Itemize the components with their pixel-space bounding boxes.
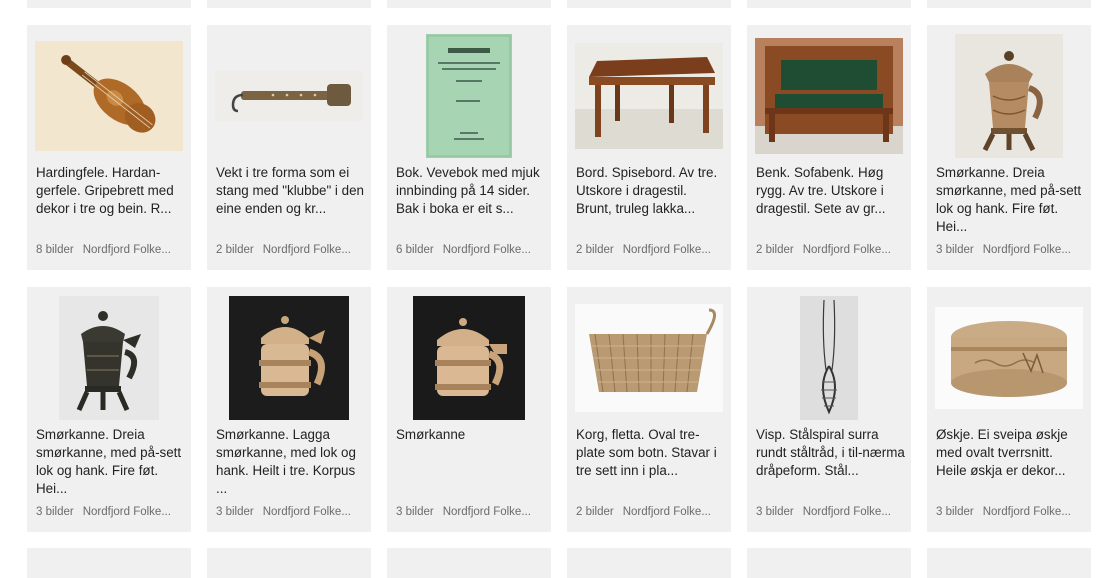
thumbnail-bench[interactable] <box>747 33 911 159</box>
thumbnail-fiddle[interactable] <box>27 33 191 159</box>
card-meta: 3 bilder Nordfjord Folke... <box>756 506 908 518</box>
image-count: 2 bilder <box>216 244 254 256</box>
partial-card-top[interactable] <box>927 0 1091 8</box>
thumbnail-basket[interactable] <box>567 295 731 421</box>
card-meta: 2 bilder Nordfjord Folke... <box>576 244 728 256</box>
image-count: 3 bilder <box>36 506 74 518</box>
card-source: Nordfjord Folke... <box>262 506 351 518</box>
card-meta: 3 bilder Nordfjord Folke... <box>36 506 188 518</box>
image-count: 2 bilder <box>576 506 614 518</box>
card-meta: 3 bilder Nordfjord Folke... <box>936 506 1088 518</box>
card-meta: 6 bilder Nordfjord Folke... <box>396 244 548 256</box>
card-source: Nordfjord Folke... <box>982 244 1071 256</box>
result-card[interactable]: Korg, fletta. Oval tre-plate som botn. S… <box>567 287 731 532</box>
card-title[interactable]: Øskje. Ei sveipa øskje med ovalt tverrsn… <box>936 426 1086 480</box>
image-count: 3 bilder <box>216 506 254 518</box>
card-meta: 2 bilder Nordfjord Folke... <box>756 244 908 256</box>
result-card[interactable]: Øskje. Ei sveipa øskje med ovalt tverrsn… <box>927 287 1091 532</box>
image-count: 2 bilder <box>756 244 794 256</box>
card-title[interactable]: Smørkanne. Lagga smørkanne, med lok og h… <box>216 426 366 498</box>
card-source: Nordfjord Folke... <box>82 506 171 518</box>
card-title[interactable]: Benk. Sofabenk. Høg rygg. Av tre. Utskor… <box>756 164 906 218</box>
image-count: 3 bilder <box>396 506 434 518</box>
result-card[interactable]: Bord. Spisebord. Av tre. Utskore i drage… <box>567 25 731 270</box>
card-title[interactable]: Korg, fletta. Oval tre-plate som botn. S… <box>576 426 726 480</box>
partial-card-bottom[interactable] <box>747 548 911 578</box>
card-source: Nordfjord Folke... <box>622 244 711 256</box>
image-count: 2 bilder <box>576 244 614 256</box>
card-title[interactable]: Bok. Vevebok med mjuk innbinding på 14 s… <box>396 164 546 218</box>
card-source: Nordfjord Folke... <box>802 244 891 256</box>
partial-card-bottom[interactable] <box>207 548 371 578</box>
thumbnail-book[interactable] <box>387 33 551 159</box>
partial-card-top[interactable] <box>27 0 191 8</box>
card-title[interactable]: Smørkanne. Dreia smørkanne, med på-sett … <box>36 426 186 498</box>
card-title[interactable]: Smørkanne. Dreia smørkanne, med på-sett … <box>936 164 1086 236</box>
partial-card-top[interactable] <box>387 0 551 8</box>
card-title[interactable]: Vekt i tre forma som ei stang med "klubb… <box>216 164 366 218</box>
partial-card-top[interactable] <box>207 0 371 8</box>
thumbnail-butter-jug[interactable] <box>207 295 371 421</box>
partial-card-top[interactable] <box>747 0 911 8</box>
card-title[interactable]: Smørkanne <box>396 426 546 444</box>
card-source: Nordfjord Folke... <box>622 506 711 518</box>
card-meta: 2 bilder Nordfjord Folke... <box>216 244 368 256</box>
partial-card-bottom[interactable] <box>927 548 1091 578</box>
card-title[interactable]: Bord. Spisebord. Av tre. Utskore i drage… <box>576 164 726 218</box>
card-source: Nordfjord Folke... <box>802 506 891 518</box>
thumbnail-box[interactable] <box>927 295 1091 421</box>
thumbnail-weight[interactable] <box>207 33 371 159</box>
partial-card-bottom[interactable] <box>567 548 731 578</box>
thumbnail-butter-jug[interactable] <box>927 33 1091 159</box>
card-source: Nordfjord Folke... <box>442 244 531 256</box>
card-source: Nordfjord Folke... <box>442 506 531 518</box>
image-count: 8 bilder <box>36 244 74 256</box>
card-meta: 2 bilder Nordfjord Folke... <box>576 506 728 518</box>
image-count: 3 bilder <box>936 244 974 256</box>
result-card[interactable]: Smørkanne. Dreia smørkanne, med på-sett … <box>927 25 1091 270</box>
card-meta: 3 bilder Nordfjord Folke... <box>216 506 368 518</box>
thumbnail-table[interactable] <box>567 33 731 159</box>
partial-card-bottom[interactable] <box>387 548 551 578</box>
partial-card-bottom[interactable] <box>27 548 191 578</box>
image-count: 3 bilder <box>756 506 794 518</box>
card-title[interactable]: Visp. Stålspiral surra rundt ståltråd, i… <box>756 426 906 480</box>
image-count: 3 bilder <box>936 506 974 518</box>
image-count: 6 bilder <box>396 244 434 256</box>
card-title[interactable]: Hardingfele. Hardan-gerfele. Gripebrett … <box>36 164 186 218</box>
card-meta: 3 bilder Nordfjord Folke... <box>396 506 548 518</box>
card-source: Nordfjord Folke... <box>982 506 1071 518</box>
result-card[interactable]: Bok. Vevebok med mjuk innbinding på 14 s… <box>387 25 551 270</box>
card-source: Nordfjord Folke... <box>262 244 351 256</box>
thumbnail-butter-jug[interactable] <box>27 295 191 421</box>
card-meta: 3 bilder Nordfjord Folke... <box>936 244 1088 256</box>
result-card[interactable]: Benk. Sofabenk. Høg rygg. Av tre. Utskor… <box>747 25 911 270</box>
result-card[interactable]: Smørkanne. Dreia smørkanne, med på-sett … <box>27 287 191 532</box>
result-card[interactable]: Smørkanne 3 bilder Nordfjord Folke... <box>387 287 551 532</box>
result-card[interactable]: Hardingfele. Hardan-gerfele. Gripebrett … <box>27 25 191 270</box>
card-meta: 8 bilder Nordfjord Folke... <box>36 244 188 256</box>
thumbnail-whisk[interactable] <box>747 295 911 421</box>
result-card[interactable]: Vekt i tre forma som ei stang med "klubb… <box>207 25 371 270</box>
card-source: Nordfjord Folke... <box>82 244 171 256</box>
result-card[interactable]: Smørkanne. Lagga smørkanne, med lok og h… <box>207 287 371 532</box>
result-card[interactable]: Visp. Stålspiral surra rundt ståltråd, i… <box>747 287 911 532</box>
partial-card-top[interactable] <box>567 0 731 8</box>
thumbnail-butter-jug[interactable] <box>387 295 551 421</box>
